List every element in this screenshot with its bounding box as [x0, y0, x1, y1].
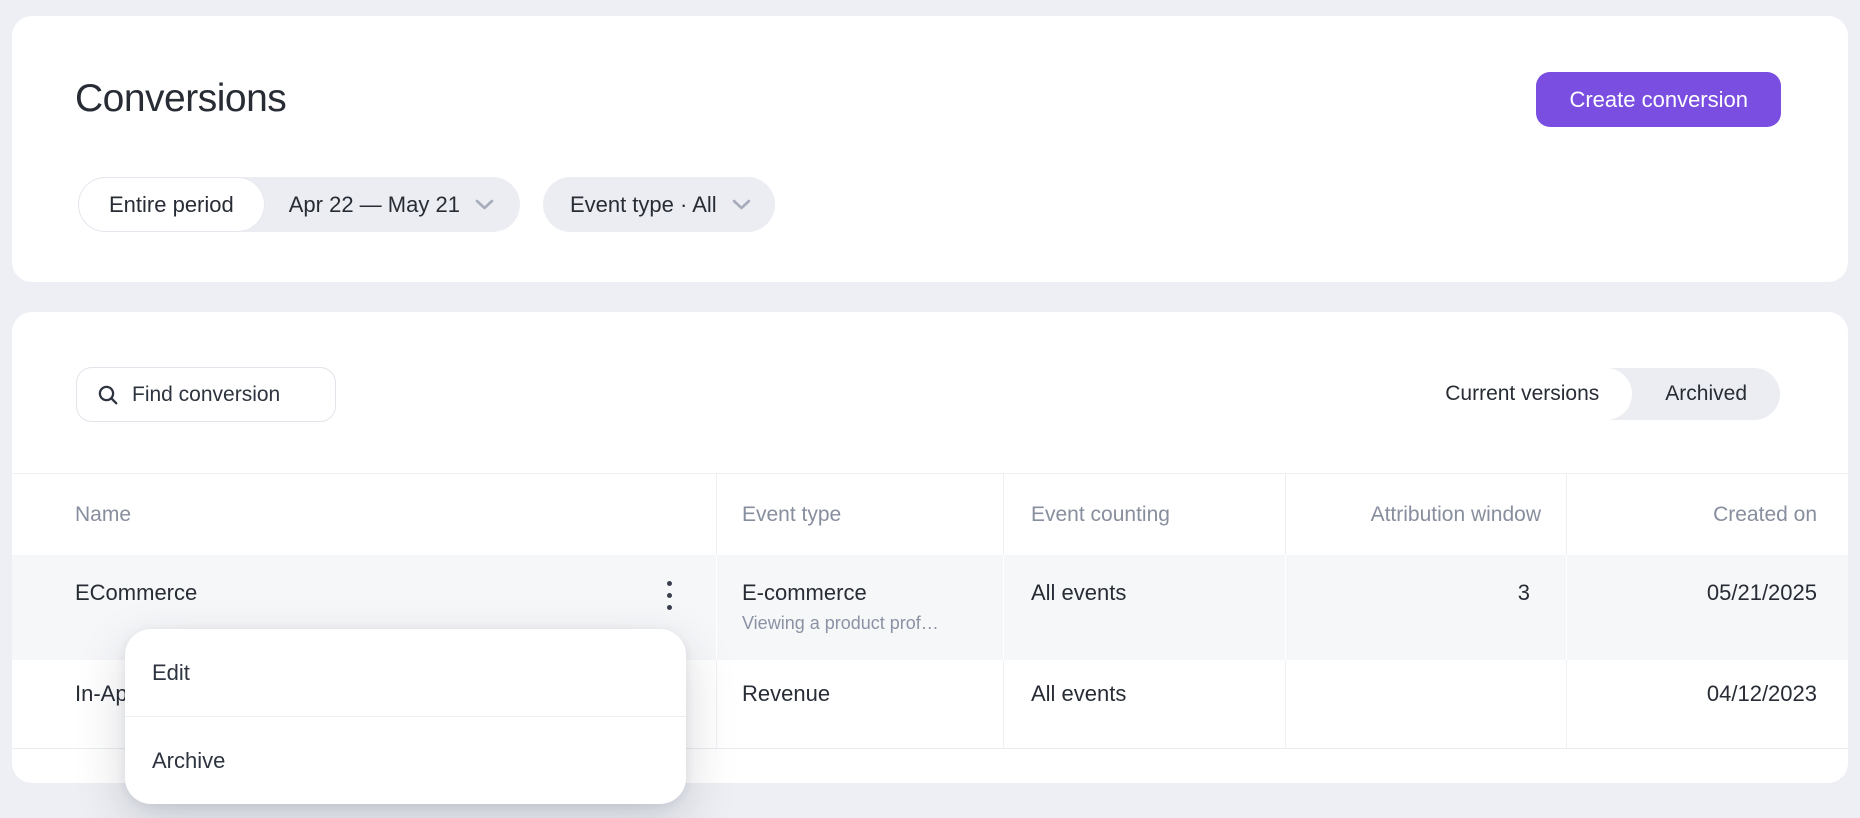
header-card: Conversions Create conversion Entire per… [12, 16, 1848, 282]
column-header-event-counting: Event counting [1003, 474, 1285, 555]
row-attribution-window [1285, 660, 1566, 748]
table-header-row: Name Event type Event counting Attributi… [12, 474, 1848, 555]
row-event-type-note: Viewing a product prof… [742, 613, 1003, 634]
date-range-dropdown[interactable]: Apr 22 — May 21 [265, 177, 520, 232]
column-header-created-on: Created on [1566, 474, 1848, 555]
context-menu: Edit Archive [125, 629, 686, 804]
row-event-counting: All events [1003, 660, 1285, 748]
column-header-name: Name [12, 474, 716, 555]
row-actions-kebab-icon[interactable] [649, 570, 689, 620]
column-header-event-type: Event type [716, 474, 1003, 555]
date-range-label: Apr 22 — May 21 [289, 192, 460, 218]
row-name: ECommerce [75, 580, 197, 605]
event-type-label: Event type · All [570, 192, 717, 218]
date-filter-group: Entire period Apr 22 — May 21 [78, 177, 520, 232]
entire-period-button[interactable]: Entire period [78, 177, 265, 232]
search-input[interactable] [132, 383, 323, 407]
row-attribution-window: 3 [1285, 555, 1566, 660]
tab-archived[interactable]: Archived [1632, 368, 1780, 420]
page-title: Conversions [75, 77, 286, 121]
column-header-attribution-window: Attribution window [1285, 474, 1566, 555]
row-name: In-Ap [75, 681, 128, 706]
row-event-type: E-commerce [742, 579, 1003, 607]
version-toggle: Current versions Archived [1412, 368, 1780, 420]
conversions-page: Conversions Create conversion Entire per… [0, 0, 1860, 818]
create-conversion-button[interactable]: Create conversion [1536, 72, 1781, 127]
row-event-type: Revenue [742, 680, 1003, 708]
row-event-counting: All events [1003, 555, 1285, 660]
menu-item-archive[interactable]: Archive [125, 717, 686, 804]
filter-bar: Entire period Apr 22 — May 21 Event type… [78, 177, 775, 232]
search-icon [97, 384, 119, 406]
tab-current-versions[interactable]: Current versions [1412, 368, 1632, 420]
row-created-on: 04/12/2023 [1566, 660, 1848, 748]
menu-item-edit[interactable]: Edit [125, 629, 686, 716]
row-created-on: 05/21/2025 [1566, 555, 1848, 660]
event-type-dropdown[interactable]: Event type · All [543, 177, 775, 232]
chevron-down-icon [475, 199, 494, 210]
chevron-down-icon [732, 199, 751, 210]
search-box[interactable] [76, 367, 336, 422]
